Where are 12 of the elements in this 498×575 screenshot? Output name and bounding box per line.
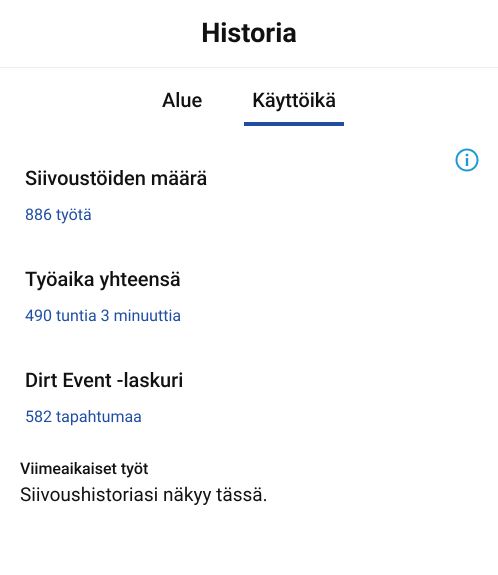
tab[interactable]: Käyttöikä xyxy=(244,88,344,126)
page-title: Historia xyxy=(201,20,297,47)
stat-title: Dirt Event -laskuri xyxy=(25,368,184,393)
stat-value: 490 tuntia 3 minuuttia xyxy=(25,306,182,326)
info-icon[interactable] xyxy=(455,148,479,172)
tab[interactable]: Alue xyxy=(154,88,210,126)
empty-message: Siivoushistoriasi näkyy tässä. xyxy=(20,483,269,507)
stat-value: 582 tapahtumaa xyxy=(25,407,143,427)
stat-title: Työaika yhteensä xyxy=(25,267,182,292)
stat-value: 886 työtä xyxy=(25,205,93,225)
section-title: Viimeaikaiset työt xyxy=(20,459,150,479)
stat-title: Siivoustöiden määrä xyxy=(25,166,208,191)
